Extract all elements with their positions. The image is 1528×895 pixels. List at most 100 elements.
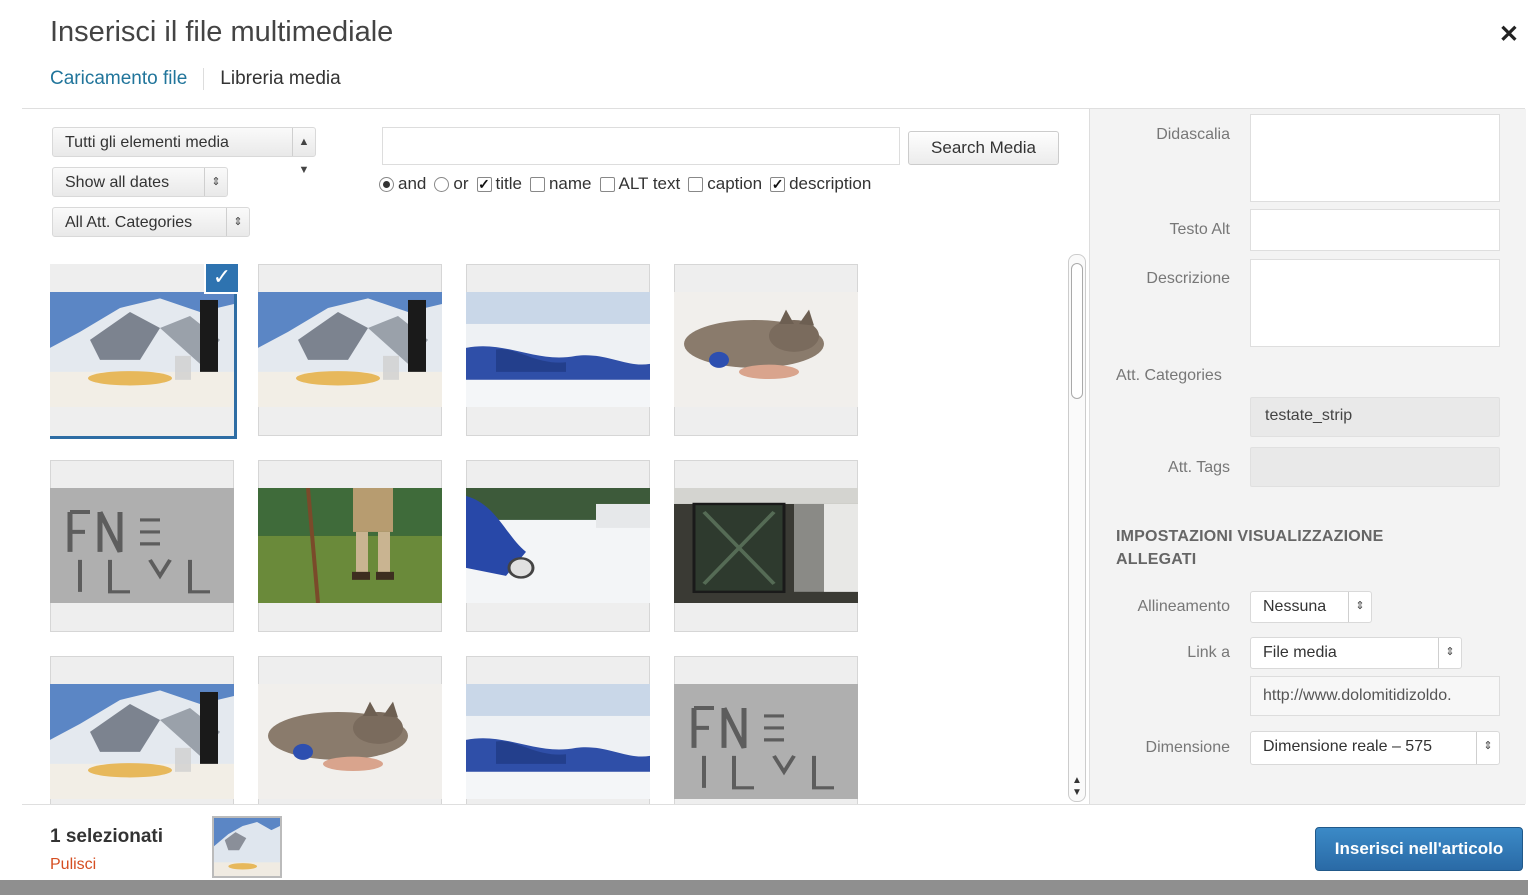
categories-label: Att. Categories xyxy=(1116,367,1222,384)
footer-divider xyxy=(22,804,1525,805)
date-select[interactable]: Show all dates ⇕ xyxy=(52,167,228,197)
insert-into-post-button[interactable]: Inserisci nell'articolo xyxy=(1315,827,1523,871)
option-name-label: name xyxy=(548,174,592,193)
media-thumbnail[interactable] xyxy=(674,460,858,632)
media-thumbnail[interactable] xyxy=(466,460,650,632)
modal-title: Inserisci il file multimediale xyxy=(50,16,394,48)
link-value: File media xyxy=(1263,644,1337,661)
link-label: Link a xyxy=(1187,644,1230,661)
tags-field[interactable] xyxy=(1250,447,1500,487)
description-textarea[interactable] xyxy=(1250,259,1500,347)
link-select[interactable]: File media ⇕ xyxy=(1250,637,1462,669)
checkbox-description[interactable]: ✓ xyxy=(770,176,786,192)
modal-tabs: Caricamento file Libreria media xyxy=(50,68,357,90)
alignment-value: Nessuna xyxy=(1263,598,1327,615)
option-or[interactable]: or xyxy=(434,174,469,194)
alignment-select[interactable]: Nessuna ⇕ xyxy=(1250,591,1372,623)
size-select[interactable]: Dimensione reale – 575 ⇕ xyxy=(1250,731,1500,765)
grid-scrollbar[interactable]: ▲ ▼ xyxy=(1068,254,1086,802)
alt-text-label: Testo Alt xyxy=(1169,221,1230,238)
mountain-dinner-image xyxy=(50,684,234,799)
checkbox-name[interactable] xyxy=(529,176,545,192)
stone-carving-image xyxy=(50,488,234,603)
media-modal: Inserisci il file multimediale ✕ Caricam… xyxy=(22,0,1526,880)
media-thumbnail[interactable] xyxy=(50,656,234,804)
forest-hiker-image xyxy=(258,488,442,603)
snow-skier-image xyxy=(466,488,650,603)
media-type-select[interactable]: Tutti gli elementi media ▲ ▼ xyxy=(52,127,316,176)
media-thumbnail[interactable] xyxy=(258,264,442,436)
media-thumbnail[interactable] xyxy=(674,264,858,436)
option-description-label: description xyxy=(789,174,872,193)
close-icon[interactable]: ✕ xyxy=(1499,20,1519,49)
categories-field[interactable]: testate_strip xyxy=(1250,397,1500,437)
category-select-value: All Att. Categories xyxy=(65,214,193,231)
option-alt-text[interactable]: ALT text xyxy=(599,174,681,194)
mountain-dinner-image xyxy=(50,292,234,407)
selected-thumbnail[interactable] xyxy=(212,816,282,878)
cat-image xyxy=(258,684,442,799)
radio-and[interactable] xyxy=(379,176,394,192)
mountain-dinner-image xyxy=(258,292,442,407)
alt-text-input[interactable] xyxy=(1250,209,1500,251)
scroll-arrows-icon[interactable]: ▲ ▼ xyxy=(1071,775,1083,799)
mountain-dinner-image xyxy=(214,818,280,876)
size-value: Dimensione reale – 575 xyxy=(1263,738,1432,755)
option-and-label: and xyxy=(398,174,427,193)
updown-arrows-icon: ⇕ xyxy=(1438,638,1461,668)
scrollbar-thumb[interactable] xyxy=(1071,263,1083,399)
caption-label: Didascalia xyxy=(1156,126,1230,143)
wooden-door-image xyxy=(674,488,858,603)
media-thumbnail[interactable] xyxy=(466,656,650,804)
window-bottom-edge xyxy=(0,880,1528,895)
media-thumbnail[interactable] xyxy=(674,656,858,804)
search-media-button[interactable]: Search Media xyxy=(908,131,1059,165)
option-title-label: title xyxy=(495,174,522,193)
option-and[interactable]: and xyxy=(379,174,426,194)
updown-arrows-icon: ⇕ xyxy=(204,168,227,196)
media-thumbnail[interactable] xyxy=(50,460,234,632)
option-description[interactable]: ✓ description xyxy=(770,174,871,194)
option-alt-text-label: ALT text xyxy=(618,174,681,193)
checkbox-alt-text[interactable] xyxy=(599,176,615,192)
alignment-label: Allineamento xyxy=(1137,598,1231,615)
clear-selection-link[interactable]: Pulisci xyxy=(50,856,96,874)
updown-arrows-icon: ⇕ xyxy=(1476,732,1499,764)
updown-arrows-icon: ▲ ▼ xyxy=(292,128,315,176)
updown-arrows-icon: ⇕ xyxy=(226,208,249,236)
media-grid: ✓ xyxy=(50,264,880,804)
checkbox-caption[interactable] xyxy=(688,176,704,192)
checkmark-icon[interactable]: ✓ xyxy=(204,264,240,294)
tags-label: Att. Tags xyxy=(1168,459,1230,476)
date-select-value: Show all dates xyxy=(65,174,170,191)
option-name[interactable]: name xyxy=(529,174,592,194)
tab-media-library[interactable]: Libreria media xyxy=(220,68,356,90)
snow-person-image xyxy=(466,684,650,799)
option-or-label: or xyxy=(453,174,469,193)
search-options: and or ✓ title name ALT text caption ✓ des… xyxy=(379,174,879,194)
option-title[interactable]: ✓ title xyxy=(476,174,522,194)
category-select[interactable]: All Att. Categories ⇕ xyxy=(52,207,250,237)
media-thumbnail[interactable] xyxy=(466,264,650,436)
display-settings-title: IMPOSTAZIONI VISUALIZZAZIONE ALLEGATI xyxy=(1116,528,1384,568)
media-thumbnail[interactable] xyxy=(258,656,442,804)
stone-carving-image xyxy=(674,684,858,799)
attachment-details: Didascalia Testo Alt Descrizione Att. Ca… xyxy=(1089,109,1526,804)
updown-arrows-icon: ⇕ xyxy=(1348,592,1371,622)
snow-person-image xyxy=(466,292,650,407)
description-label: Descrizione xyxy=(1146,270,1230,287)
radio-or[interactable] xyxy=(434,176,450,192)
size-label: Dimensione xyxy=(1145,739,1230,756)
categories-value: testate_strip xyxy=(1265,407,1353,424)
link-url-field[interactable]: http://www.dolomitidizoldo. xyxy=(1250,676,1500,716)
tab-upload-files[interactable]: Caricamento file xyxy=(50,68,205,90)
caption-textarea[interactable] xyxy=(1250,114,1500,202)
media-type-select-value: Tutti gli elementi media xyxy=(65,134,229,151)
option-caption[interactable]: caption xyxy=(688,174,762,194)
media-thumbnail[interactable] xyxy=(258,460,442,632)
selected-count: 1 selezionati xyxy=(50,826,163,847)
option-caption-label: caption xyxy=(707,174,763,193)
media-thumbnail[interactable]: ✓ xyxy=(50,264,240,436)
search-media-input[interactable] xyxy=(382,127,900,165)
checkbox-title[interactable]: ✓ xyxy=(476,176,492,192)
